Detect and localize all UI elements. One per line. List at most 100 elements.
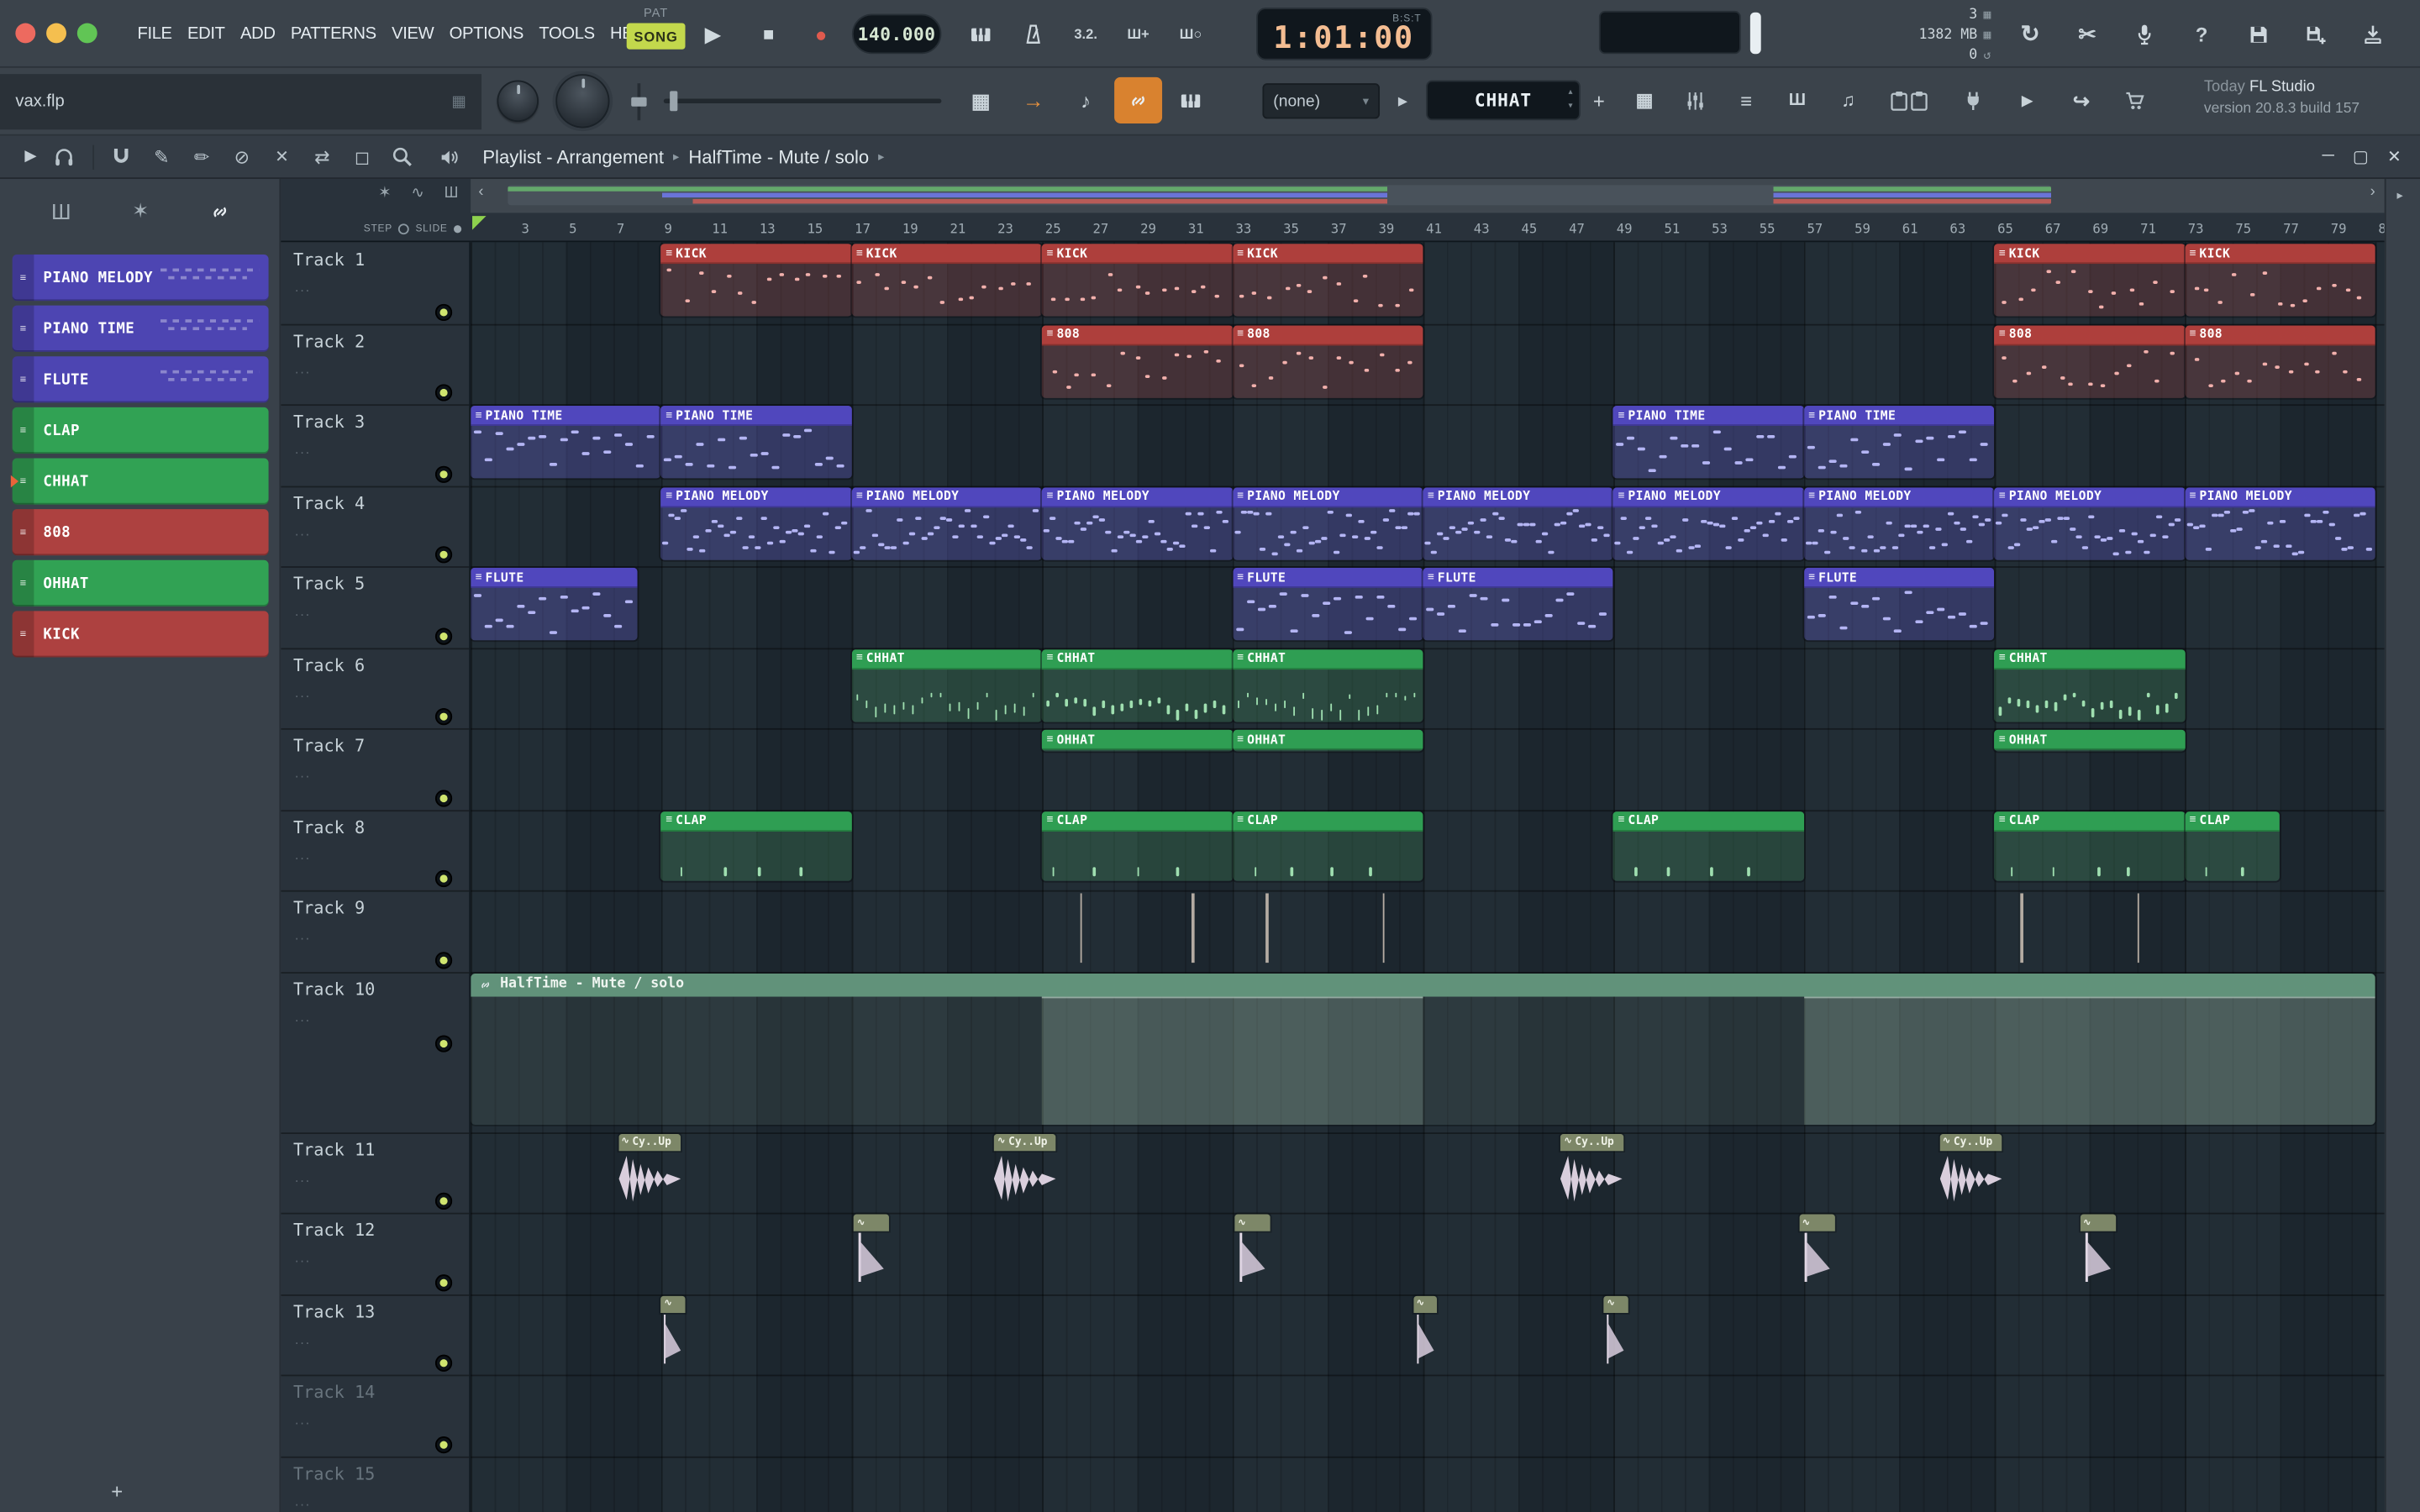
add-pattern-button[interactable]: + [1586,83,1611,118]
master-pitch-slider[interactable] [1749,12,1761,55]
menu-add[interactable]: ADD [233,24,283,43]
delete-icon[interactable]: ⊘ [224,139,260,173]
clip-piano-melody[interactable]: ≡ PIANO MELODY [660,486,852,559]
pattern-selector[interactable]: CHHAT ▴ ▾ [1426,80,1581,121]
slip-icon[interactable]: ⇄ [303,139,340,173]
generator-selector[interactable]: (none) ▾ [1262,83,1381,119]
menu-edit[interactable]: EDIT [180,24,233,43]
track-led[interactable] [434,869,453,888]
headphones-icon[interactable] [46,138,83,175]
next-pattern-icon[interactable]: → [1009,77,1057,123]
track-led[interactable] [434,1192,453,1210]
automation-clip-halftime[interactable]: HalfTime - Mute / solo [471,973,2375,1125]
paint-icon[interactable]: ✏ [183,139,220,173]
clip-clap[interactable]: ≡ CLAP [1232,811,1423,880]
link-automation-icon[interactable] [1114,76,1163,123]
zoom-window-button[interactable] [76,23,97,44]
step-toggle-icon[interactable] [398,223,410,235]
record-button[interactable]: ● [799,13,842,55]
minimize-window-button[interactable] [46,23,66,44]
track-header-12[interactable]: Track 12... [281,1213,469,1294]
clip-flute[interactable]: ≡ FLUTE [471,567,638,641]
pattern-kick[interactable]: ≡ KICK [12,611,269,658]
track-header-3[interactable]: Track 3... [281,404,469,485]
song-overview[interactable] [508,185,2052,206]
pattern-piano-time[interactable]: ≡ PIANO TIME [12,305,269,352]
track-led[interactable] [434,1436,453,1453]
pat-mode-button[interactable]: PAT [627,6,686,20]
clip-flute[interactable]: ≡ FLUTE [1232,567,1423,641]
track-led[interactable] [434,465,453,482]
cut-icon[interactable]: ✂ [2064,11,2112,57]
breadcrumb-playlist[interactable]: Playlist - Arrangement [482,146,664,168]
clip-ohhat[interactable]: ≡ OHHAT [1042,729,1233,752]
pattern-picker-icon[interactable]: Ш [32,185,91,237]
pattern-play-button[interactable]: ▶ [1389,83,1417,118]
tempo-display[interactable]: 140.000 [851,13,942,55]
audio-clip[interactable]: ∿ [1234,1214,1271,1287]
track-header-5[interactable]: Track 5... [281,566,469,647]
save-new-version-icon[interactable] [2292,11,2340,57]
clip-piano-melody[interactable]: ≡ PIANO MELODY [1994,486,2186,559]
track-header-9[interactable]: Track 9... [281,890,469,971]
pattern-flute[interactable]: ≡ FLUTE [12,356,269,403]
clip-ohhat[interactable]: ≡ OHHAT [1232,729,1423,752]
clip-808[interactable]: ≡ 808 [1232,324,1423,397]
track-header-14[interactable]: Track 14... [281,1375,469,1456]
metronome-icon[interactable] [1009,11,1057,57]
clipboard-icon[interactable] [1896,77,1944,123]
audio-stab-clip[interactable] [2133,893,2144,962]
audio-stab-clip[interactable] [1378,893,1389,962]
clip-piano-time[interactable]: ≡ PIANO TIME [1613,406,1804,479]
track-led[interactable] [434,951,453,969]
main-pan-knob[interactable] [497,80,539,123]
redo-icon[interactable]: ↪ [2057,77,2105,123]
clip-piano-melody[interactable]: ≡ PIANO MELODY [1423,486,1614,559]
audio-stab-clip[interactable] [1076,893,1086,962]
clip-piano-time[interactable]: ≡ PIANO TIME [1803,406,1995,479]
track-header-8[interactable]: Track 8... [281,809,469,890]
menu-view[interactable]: VIEW [384,24,442,43]
pattern-piano-melody[interactable]: ≡ PIANO MELODY [12,255,269,302]
mic-icon[interactable] [2121,11,2169,57]
touch-icon[interactable]: ▶ [2003,77,2051,123]
scroll-up-icon[interactable]: ▸ [2396,188,2402,202]
plugin-icon[interactable] [1949,77,1997,123]
maximize-playlist-button[interactable]: ▢ [2353,146,2369,166]
mixer-icon[interactable] [1671,77,1719,123]
step-grid-icon[interactable]: ▦ [957,77,1005,123]
timeline-ruler[interactable]: 3 5 7 9 11 13 15 17 19 21 23 25 27 29 31 33 35 37 39 41 43 45… [471,213,2385,243]
spin-up-icon[interactable]: ▴ [1569,87,1573,100]
track-led[interactable] [434,302,453,321]
loop-record-icon[interactable]: Ш○ [1167,11,1215,57]
clip-piano-melody[interactable]: ≡ PIANO MELODY [851,486,1043,559]
clip-chhat[interactable]: ≡ CHHAT [1232,648,1423,722]
slider-handle[interactable] [670,91,678,112]
track-header-7[interactable]: Track 7... [281,728,469,809]
blend-notes-icon[interactable]: Ш+ [1114,11,1162,57]
audio-stab-clip[interactable] [1261,893,1272,962]
track-led[interactable] [434,546,453,564]
clip-kick[interactable]: ≡ KICK [1042,244,1233,317]
track-led[interactable] [434,384,453,402]
track-header-10[interactable]: Track 10... [281,971,469,1131]
step-sequencer-icon[interactable]: Ш [1773,77,1821,123]
project-title-field[interactable]: vax.flp ▦ [0,74,482,130]
clip-clap[interactable]: ≡ CLAP [2185,811,2281,880]
track-header-15[interactable]: Track 15... [281,1456,469,1512]
main-volume-knob[interactable] [555,74,610,129]
track-led[interactable] [434,708,453,726]
audio-clip[interactable]: ∿ [660,1294,686,1368]
menu-tools[interactable]: TOOLS [531,24,602,43]
select-icon[interactable]: ◻ [344,139,381,173]
clip-kick[interactable]: ≡ KICK [2185,244,2375,317]
clip-chhat[interactable]: ≡ CHHAT [1042,648,1233,722]
clip-piano-melody[interactable]: ≡ PIANO MELODY [1042,486,1233,559]
vertical-scrollbar[interactable]: ▸ [2384,179,2420,1512]
menu-patterns[interactable]: PATTERNS [283,24,384,43]
clip-chhat[interactable]: ≡ CHHAT [851,648,1043,722]
clip-kick[interactable]: ≡ KICK [851,244,1043,317]
zoom-icon[interactable] [384,139,421,173]
track-led[interactable] [434,627,453,644]
slide-note-icon[interactable]: ∿ [411,185,424,202]
